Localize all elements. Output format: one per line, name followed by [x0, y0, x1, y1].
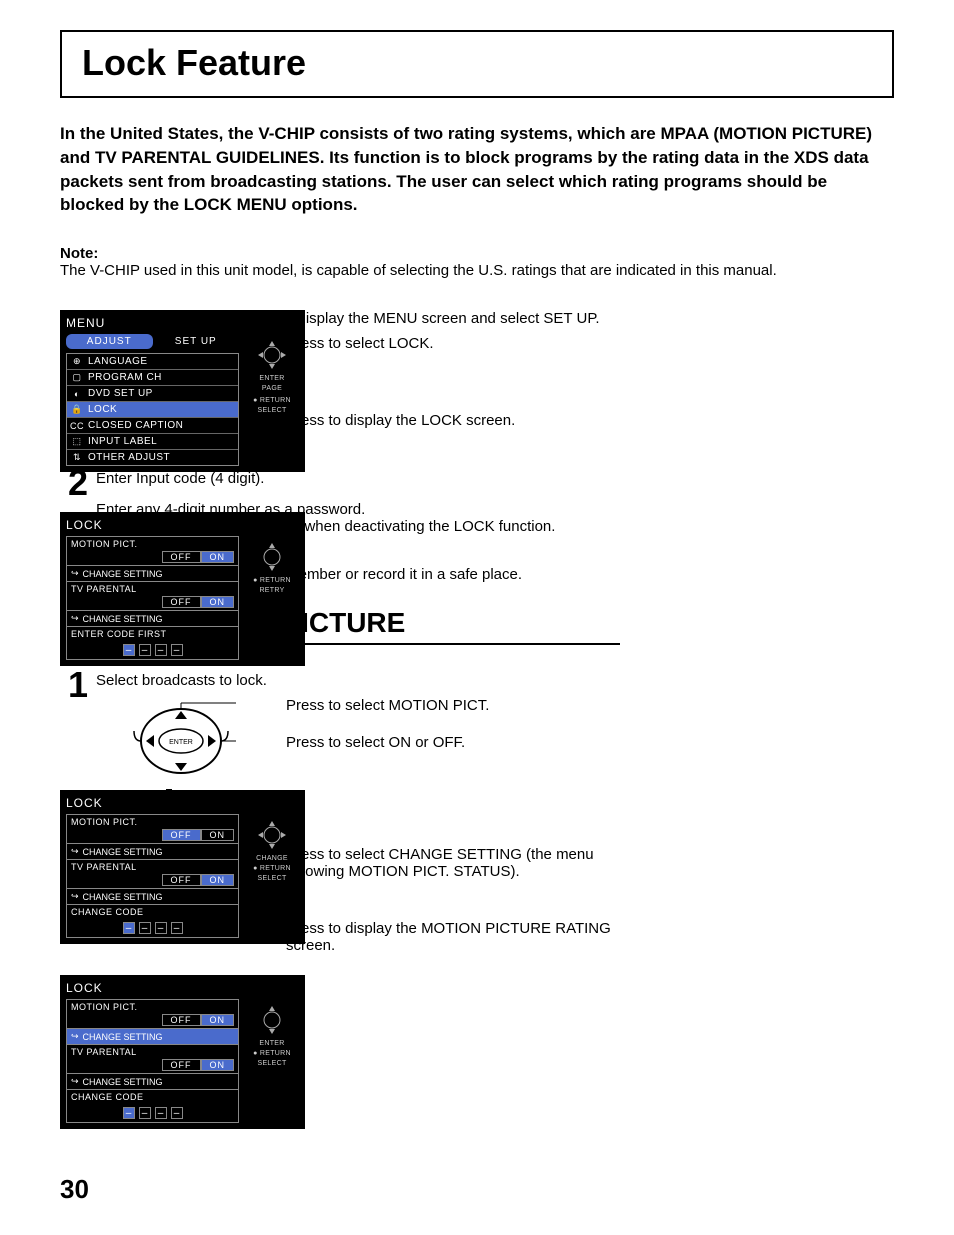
menu-item-language: ⊕LANGUAGE: [67, 354, 238, 370]
lock-change-row: ↪CHANGE SETTING: [66, 1029, 239, 1045]
sec2-instr-a: Press to select MOTION PICT.: [286, 697, 620, 714]
input-icon: ⬚: [71, 437, 83, 447]
menu-item-other-adjust: ⇅OTHER ADJUST: [67, 450, 238, 465]
return-arrow-icon: ↪: [71, 568, 79, 579]
return-arrow-icon: ↪: [71, 1076, 79, 1087]
lock-change-row-2: ↪CHANGE SETTING: [66, 889, 239, 905]
return-arrow-icon: ↪: [71, 613, 79, 624]
page-number: 30: [60, 1174, 89, 1205]
legend-dpad-icon: [255, 1003, 289, 1037]
sec2-instr-d: Press to display the MOTION PICTURE RATI…: [286, 920, 620, 954]
osd-legend: ● RETURN RETRY: [245, 536, 299, 660]
osd-menu-screen: MENU ADJUST SET UP ⊕LANGUAGE ▢PROGRAM CH…: [60, 310, 305, 472]
menu-item-lock: 🔒LOCK: [67, 402, 238, 418]
osd-legend: ENTER ● RETURN SELECT: [245, 999, 299, 1123]
cc-icon: CC: [71, 421, 83, 431]
return-arrow-icon: ↪: [71, 846, 79, 857]
sec2-instr-b: Press to select ON or OFF.: [286, 734, 620, 751]
legend-dpad-icon: [255, 540, 289, 574]
return-arrow-icon: ↪: [71, 891, 79, 902]
sec2-step-1-text: Select broadcasts to lock.: [96, 672, 620, 689]
lock-change-row-2: ↪CHANGE SETTING: [66, 1074, 239, 1090]
osd-lock-screen-2: LOCK MOTION PICT. OFFON ↪CHANGE SETTING …: [60, 790, 305, 944]
menu-item-dvd-setup: ◐DVD SET UP: [67, 386, 238, 402]
lock-change-row: ↪CHANGE SETTING: [66, 844, 239, 860]
lock-change-row-2: ↪CHANGE SETTING: [66, 611, 239, 627]
lock-motion-row: MOTION PICT. OFFON: [66, 999, 239, 1029]
menu-item-program-ch: ▢PROGRAM CH: [67, 370, 238, 386]
dpad-icon: ENTER: [126, 701, 236, 781]
menu-item-closed-caption: CCCLOSED CAPTION: [67, 418, 238, 434]
lock-icon: 🔒: [71, 405, 83, 415]
lock-tvp-row: TV PARENTAL OFFON: [66, 1045, 239, 1074]
title-frame: Lock Feature: [60, 30, 894, 98]
tab-setup: SET UP: [153, 334, 240, 349]
osd-legend: ENTER PAGE ● RETURN SELECT: [245, 334, 299, 466]
note-label: Note:: [60, 245, 894, 262]
step-number: 2: [60, 467, 96, 499]
lock-motion-row: MOTION PICT. OFFON: [66, 536, 239, 566]
lock-tvp-row: TV PARENTAL OFFON: [66, 860, 239, 889]
osd-menu-list: ⊕LANGUAGE ▢PROGRAM CH ◐DVD SET UP 🔒LOCK …: [66, 353, 239, 466]
step-number: 1: [60, 669, 96, 701]
osd-tab-row: ADJUST SET UP: [66, 334, 239, 349]
tv-icon: ▢: [71, 373, 83, 383]
step-1-instr-b: Press to display the LOCK screen.: [286, 412, 620, 429]
lock-tvp-row: TV PARENTAL OFFON: [66, 582, 239, 611]
legend-dpad-icon: [255, 338, 289, 372]
return-arrow-icon: ↪: [71, 1031, 79, 1042]
note-text: The V-CHIP used in this unit model, is c…: [60, 262, 894, 279]
osd-lock-title: LOCK: [66, 518, 299, 532]
lock-change-code-row: CHANGE CODE ––––: [66, 1090, 239, 1123]
step-1-instr-a: Press to select LOCK.: [286, 335, 620, 352]
dvd-icon: ◐: [71, 389, 83, 399]
svg-text:ENTER: ENTER: [169, 739, 193, 746]
adjust-icon: ⇅: [71, 453, 83, 463]
lock-change-row: ↪CHANGE SETTING: [66, 566, 239, 582]
sec2-instr-c: Press to select CHANGE SETTING (the menu…: [286, 846, 620, 880]
tab-adjust: ADJUST: [66, 334, 153, 349]
osd-lock-screen-3: LOCK MOTION PICT. OFFON ↪CHANGE SETTING …: [60, 975, 305, 1129]
osd-legend: CHANGE ● RETURN SELECT: [245, 814, 299, 938]
lock-motion-row: MOTION PICT. OFFON: [66, 814, 239, 844]
osd-lock-screen-1: LOCK MOTION PICT. OFFON ↪CHANGE SETTING …: [60, 512, 305, 666]
osd-menu-title: MENU: [66, 316, 299, 330]
lock-enter-code-row: ENTER CODE FIRST ––––: [66, 627, 239, 660]
legend-dpad-icon: [255, 818, 289, 852]
intro-paragraph: In the United States, the V-CHIP consist…: [60, 122, 894, 217]
page-title: Lock Feature: [82, 42, 872, 84]
menu-item-input-label: ⬚INPUT LABEL: [67, 434, 238, 450]
step-2-text: Enter Input code (4 digit).: [96, 470, 620, 487]
globe-icon: ⊕: [71, 357, 83, 367]
lock-change-code-row: CHANGE CODE ––––: [66, 905, 239, 938]
